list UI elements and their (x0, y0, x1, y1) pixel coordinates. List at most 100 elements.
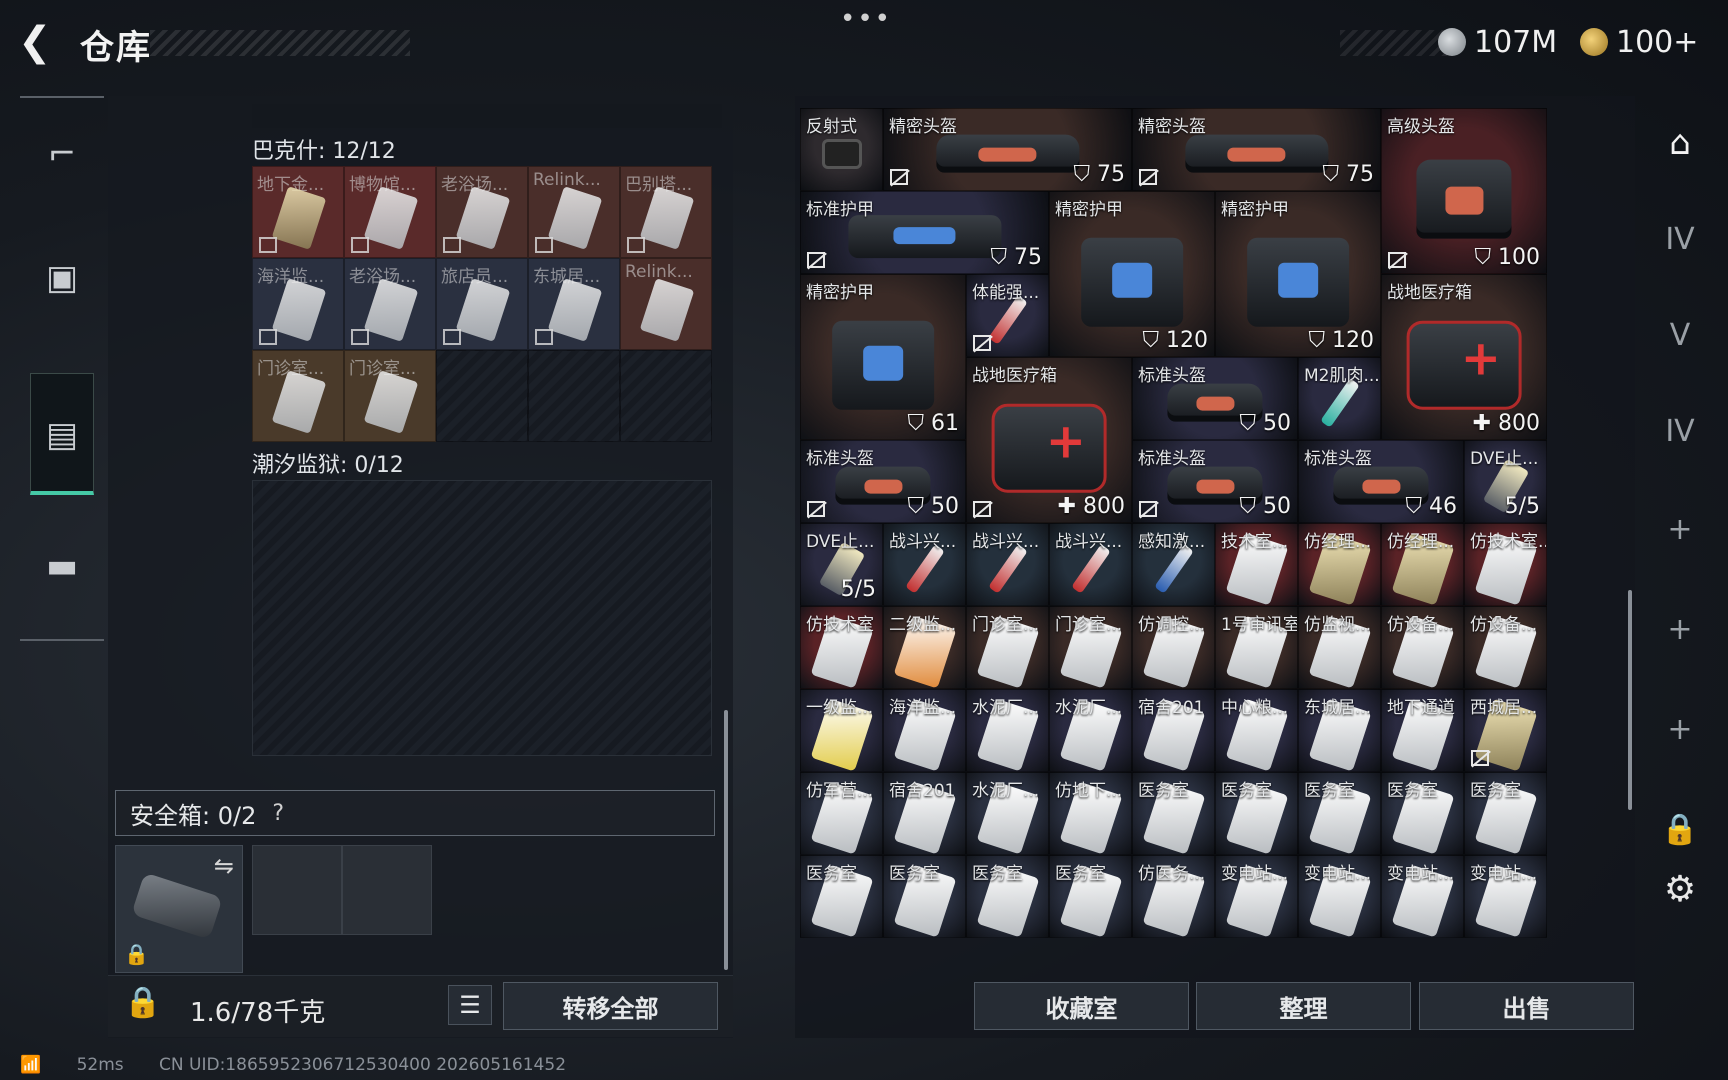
warehouse-item[interactable]: 精密头盔 ⛉ 75 (883, 108, 1132, 191)
plus-icon[interactable]: + (1651, 700, 1709, 758)
warehouse-item[interactable]: 宿舍201 (1132, 689, 1215, 772)
lock-icon[interactable]: 🔒 (1651, 800, 1709, 858)
storage-V-icon[interactable]: V (1651, 306, 1709, 364)
home-icon[interactable]: ⌂ (1651, 114, 1709, 172)
vest-icon[interactable]: ▤ (30, 403, 94, 467)
container-item[interactable]: Relink... (528, 166, 620, 258)
storage-IV-icon[interactable]: IV (1651, 210, 1709, 268)
left-scrollbar[interactable] (724, 710, 728, 970)
lock-icon[interactable]: 🔒 (124, 985, 161, 1020)
help-icon[interactable]: ? (272, 801, 284, 826)
warehouse-item[interactable]: 仿医务... (1132, 855, 1215, 938)
warehouse-item[interactable]: 精密护甲 ⛉ 120 (1215, 191, 1381, 357)
warehouse-item[interactable]: 仿设备... (1464, 606, 1547, 689)
warehouse-item[interactable]: 医务室 (966, 855, 1049, 938)
empty-slot[interactable] (620, 350, 712, 442)
warehouse-item[interactable]: 水泥厂... (966, 689, 1049, 772)
collection-button[interactable]: 收藏室 (974, 982, 1189, 1030)
settings-icon[interactable]: ⚙ (1651, 860, 1709, 918)
warehouse-item[interactable]: 医务室 (1132, 772, 1215, 855)
warehouse-item[interactable]: 医务室 (1215, 772, 1298, 855)
empty-slot[interactable] (528, 350, 620, 442)
currency-gold[interactable]: 100+ (1580, 22, 1698, 62)
container-item[interactable]: 博物馆... (344, 166, 436, 258)
warehouse-item[interactable]: 水泥厂... (1049, 689, 1132, 772)
warehouse-item[interactable]: 变电站... (1381, 855, 1464, 938)
warehouse-item[interactable]: 仿技术室... (1464, 523, 1547, 606)
warehouse-item[interactable]: 地下通道 (1381, 689, 1464, 772)
warehouse-item[interactable]: DVE止... 5/5 (1464, 440, 1547, 523)
transfer-all-button[interactable]: 转移全部 (503, 982, 718, 1030)
toolbox-icon[interactable]: ▬ (30, 534, 94, 598)
warehouse-item[interactable]: 仿地下... (1049, 772, 1132, 855)
warehouse-item[interactable]: 医务室 (1464, 772, 1547, 855)
warehouse-item[interactable]: 仿军营... (800, 772, 883, 855)
container-item[interactable]: 老浴场... (344, 258, 436, 350)
sort-button[interactable]: 整理 (1196, 982, 1411, 1030)
warehouse-item[interactable]: 东城居... (1298, 689, 1381, 772)
container-item[interactable]: 门诊室... (344, 350, 436, 442)
warehouse-item[interactable]: 战斗兴... (1049, 523, 1132, 606)
warehouse-item[interactable]: 感知激... (1132, 523, 1215, 606)
container-item[interactable]: 东城居... (528, 258, 620, 350)
warehouse-item[interactable]: 中心粮... (1215, 689, 1298, 772)
container-item[interactable]: 地下金... (252, 166, 344, 258)
currency-silver[interactable]: 107M (1438, 22, 1557, 62)
chaoxi-container-grid[interactable] (252, 480, 712, 756)
warehouse-item[interactable]: 变电站... (1298, 855, 1381, 938)
warehouse-item[interactable]: 水泥厂... (966, 772, 1049, 855)
backpack-icon[interactable]: ▣ (30, 246, 94, 310)
warehouse-item[interactable]: 战斗兴... (966, 523, 1049, 606)
warehouse-item[interactable]: 一级监... (800, 689, 883, 772)
container-item[interactable]: 门诊室... (252, 350, 344, 442)
sell-button[interactable]: 出售 (1419, 982, 1634, 1030)
warehouse-item[interactable]: 标准头盔 ⛉ 50 (1132, 357, 1298, 440)
swap-icon[interactable]: ⇋ (214, 852, 234, 880)
warehouse-item[interactable]: 1号审讯室 (1215, 606, 1298, 689)
list-view-button[interactable]: ☰ (448, 985, 492, 1025)
warehouse-item[interactable]: 医务室 (1049, 855, 1132, 938)
more-menu-button[interactable]: ••• (840, 4, 892, 34)
warehouse-item[interactable]: 高级头盔 ⛉ 100 (1381, 108, 1547, 274)
warehouse-item[interactable]: DVE止... 5/5 (800, 523, 883, 606)
warehouse-item[interactable]: 标准头盔 ⛉ 50 (1132, 440, 1298, 523)
warehouse-item[interactable]: 医务室 (1381, 772, 1464, 855)
warehouse-item[interactable]: 精密护甲 ⛉ 120 (1049, 191, 1215, 357)
warehouse-item[interactable]: 仿调控... (1132, 606, 1215, 689)
warehouse-item[interactable]: 精密头盔 ⛉ 75 (1132, 108, 1381, 191)
warehouse-item[interactable]: 海洋监... (883, 689, 966, 772)
container-item[interactable]: 海洋监... (252, 258, 344, 350)
warehouse-scrollbar[interactable] (1628, 590, 1632, 810)
warehouse-item[interactable]: 医务室 (800, 855, 883, 938)
warehouse-item[interactable]: 变电站... (1464, 855, 1547, 938)
warehouse-item[interactable]: 技术室... (1215, 523, 1298, 606)
warehouse-item[interactable]: 体能强... (966, 274, 1049, 357)
plus-icon[interactable]: + (1651, 600, 1709, 658)
empty-slot[interactable] (436, 350, 528, 442)
safe-box-slot[interactable] (252, 845, 342, 935)
warehouse-item[interactable]: 仿技术室 (800, 606, 883, 689)
warehouse-item[interactable]: 标准头盔 ⛉ 46 (1298, 440, 1464, 523)
warehouse-item[interactable]: 仿监视... (1298, 606, 1381, 689)
warehouse-item[interactable]: 宿舍201 (883, 772, 966, 855)
warehouse-item[interactable]: 仿经理... (1381, 523, 1464, 606)
warehouse-item[interactable]: 反射式 (800, 108, 883, 191)
safe-box-item[interactable]: ⇋ 🔒 (115, 845, 243, 973)
warehouse-item[interactable]: 门诊室... (966, 606, 1049, 689)
warehouse-item[interactable]: M2肌肉... (1298, 357, 1381, 440)
warehouse-item[interactable]: 标准头盔 ⛉ 50 (800, 440, 966, 523)
warehouse-item[interactable]: 二级监... (883, 606, 966, 689)
warehouse-item[interactable]: 战地医疗箱 ✚ 800 (1381, 274, 1547, 440)
warehouse-item[interactable]: 医务室 (883, 855, 966, 938)
container-item[interactable]: 老浴场... (436, 166, 528, 258)
warehouse-item[interactable]: 医务室 (1298, 772, 1381, 855)
storage-IV-folder-icon[interactable]: IV (1651, 402, 1709, 460)
gun-icon[interactable]: ⌐ (30, 122, 94, 186)
warehouse-item[interactable]: 标准护甲 ⛉ 75 (800, 191, 1049, 274)
container-item[interactable]: 巴别塔... (620, 166, 712, 258)
warehouse-item[interactable]: 仿设备... (1381, 606, 1464, 689)
warehouse-item[interactable]: 门诊室... (1049, 606, 1132, 689)
warehouse-item[interactable]: 仿经理... (1298, 523, 1381, 606)
back-button[interactable]: ❮ (18, 20, 62, 64)
warehouse-item[interactable]: 变电站... (1215, 855, 1298, 938)
